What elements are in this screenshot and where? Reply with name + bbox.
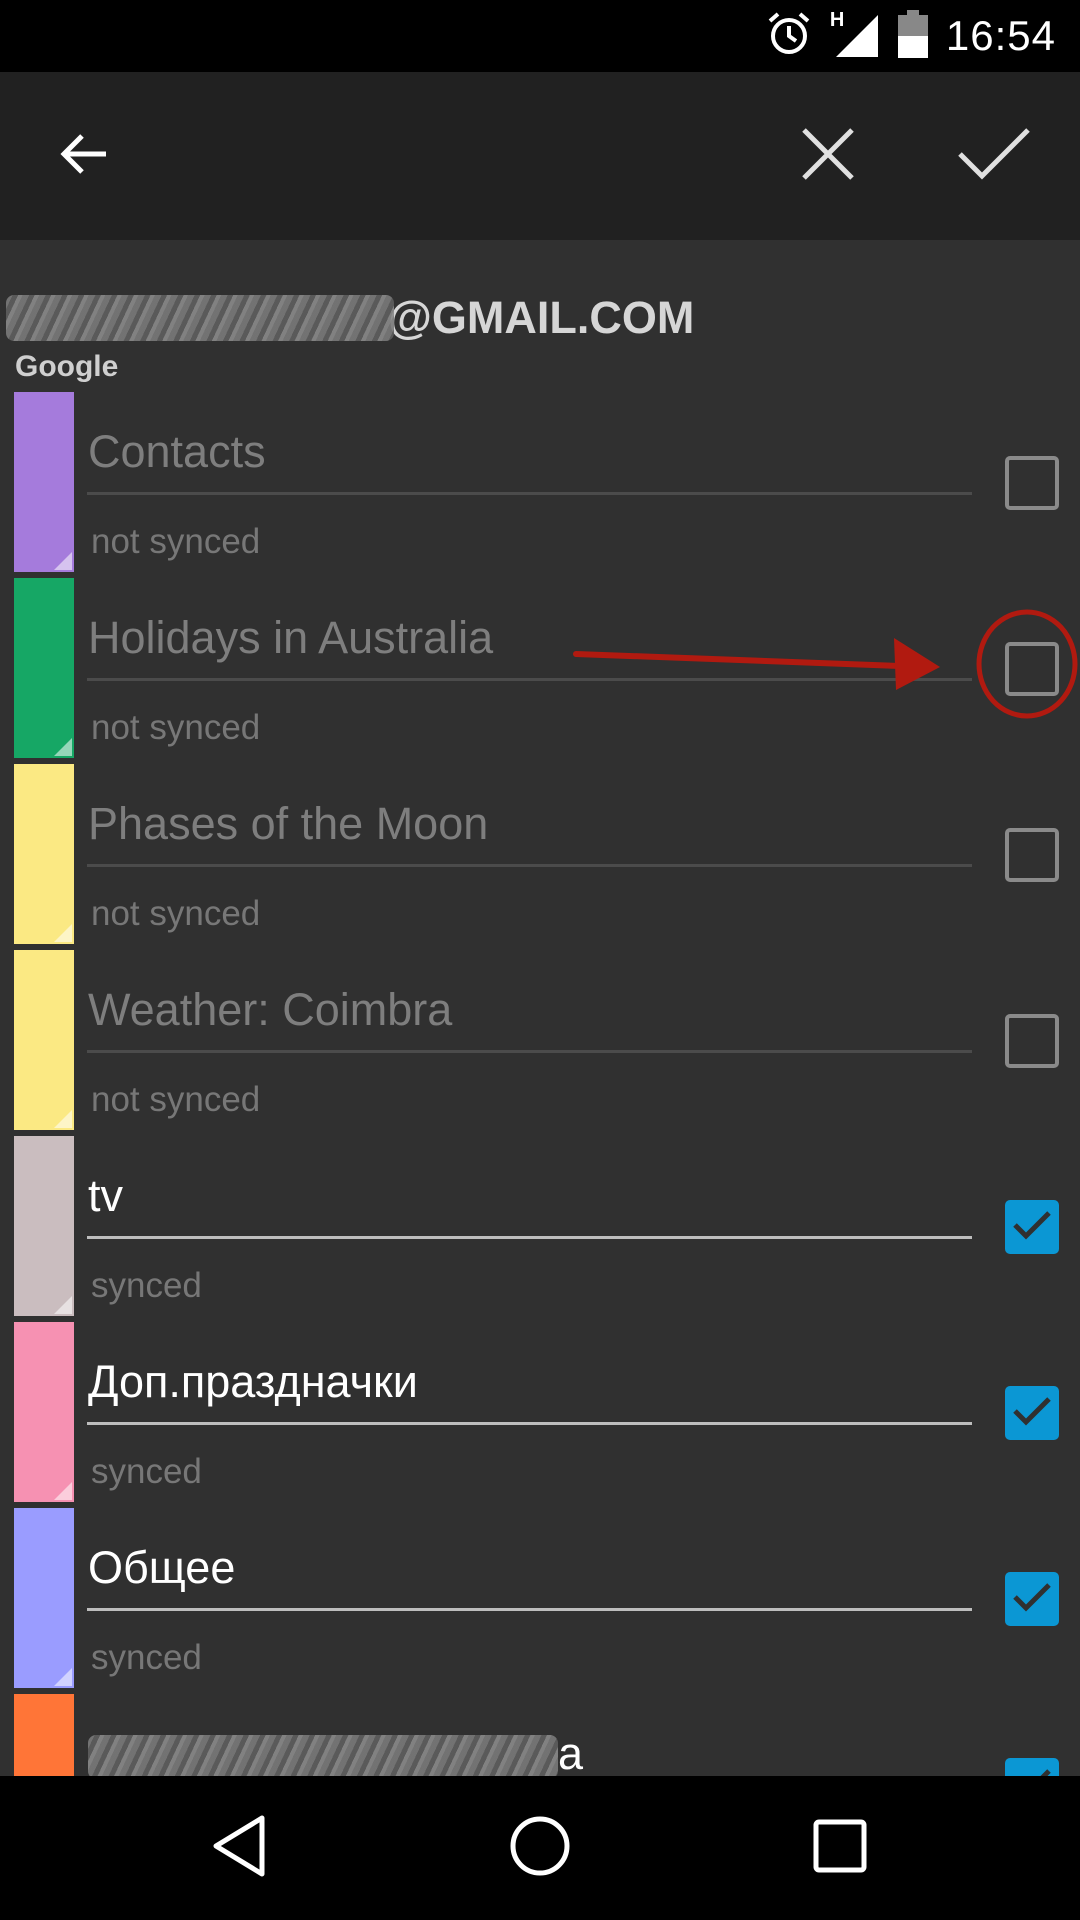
check-icon [956, 124, 1032, 189]
nav-home-button[interactable] [490, 1798, 590, 1898]
battery-icon [897, 9, 928, 63]
sync-status: not synced [91, 522, 261, 561]
redacted-calendar-name [88, 1735, 558, 1776]
confirm-button[interactable] [954, 116, 1034, 196]
back-button[interactable] [44, 116, 124, 196]
cancel-button[interactable] [788, 116, 868, 196]
sync-checkbox[interactable] [1005, 1014, 1059, 1068]
calendar-name: tv [88, 1170, 124, 1221]
sync-status: synced [91, 1638, 202, 1677]
calendar-row[interactable]: Доп.праздначки synced [0, 1322, 1080, 1508]
sync-checkbox[interactable] [1005, 456, 1059, 510]
recents-square-icon [812, 1818, 868, 1879]
calendar-row[interactable]: Holidays in Australia not synced [0, 578, 1080, 764]
calendar-color-swatch[interactable] [14, 1136, 74, 1316]
divider [87, 864, 972, 867]
calendar-name: Weather: Coimbra [88, 984, 453, 1035]
sync-checkbox[interactable] [1005, 1758, 1059, 1776]
provider-label: Google [15, 350, 119, 383]
status-icons: H 16:54 [766, 0, 1056, 72]
calendar-color-swatch[interactable] [14, 1694, 74, 1776]
sync-status: not synced [91, 1080, 261, 1119]
calendar-name-visible-part: a [558, 1728, 584, 1776]
divider [87, 492, 972, 495]
check-icon [1012, 1209, 1052, 1246]
divider [87, 1236, 972, 1239]
account-email: @GMAIL.COM [388, 292, 695, 343]
close-icon [798, 124, 858, 189]
sync-checkbox[interactable] [1005, 1200, 1059, 1254]
navigation-bar [0, 1776, 1080, 1920]
calendar-row[interactable]: Weather: Coimbra not synced [0, 950, 1080, 1136]
account-header: @GMAIL.COM [6, 288, 694, 348]
calendar-list: @GMAIL.COM Google Contacts not synced Ho… [0, 240, 1080, 1776]
divider [87, 1608, 972, 1611]
status-bar: H 16:54 [0, 0, 1080, 72]
calendar-row[interactable]: tv synced [0, 1136, 1080, 1322]
sync-status: synced [91, 1452, 202, 1491]
check-icon [1012, 1767, 1052, 1776]
nav-back-button[interactable] [190, 1798, 290, 1898]
calendar-color-swatch[interactable] [14, 1322, 74, 1502]
calendar-name: Contacts [88, 426, 266, 477]
divider [87, 1422, 972, 1425]
calendar-color-swatch[interactable] [14, 1508, 74, 1688]
check-icon [1012, 1581, 1052, 1618]
home-circle-icon [508, 1814, 572, 1883]
calendar-row[interactable]: a [0, 1694, 1080, 1776]
network-type-label: H [829, 9, 845, 31]
back-triangle-icon [210, 1814, 270, 1883]
sync-checkbox[interactable] [1005, 642, 1059, 696]
calendar-color-swatch[interactable] [14, 764, 74, 944]
sync-status: synced [91, 1266, 202, 1305]
sync-checkbox[interactable] [1005, 1572, 1059, 1626]
signal-icon: H [830, 9, 880, 59]
calendar-name: Общее [88, 1542, 236, 1593]
calendar-row[interactable]: Contacts not synced [0, 392, 1080, 578]
alarm-icon [766, 11, 812, 62]
calendar-row[interactable]: Phases of the Moon not synced [0, 764, 1080, 950]
sync-checkbox[interactable] [1005, 1386, 1059, 1440]
calendar-name: Доп.праздначки [88, 1356, 418, 1407]
sync-status: not synced [91, 894, 261, 933]
toolbar [0, 72, 1080, 240]
divider [87, 1050, 972, 1053]
calendar-color-swatch[interactable] [14, 392, 74, 572]
clock: 16:54 [945, 12, 1056, 59]
calendar-color-swatch[interactable] [14, 950, 74, 1130]
arrow-left-icon [56, 126, 112, 187]
nav-recents-button[interactable] [790, 1798, 890, 1898]
calendar-name: Phases of the Moon [88, 798, 489, 849]
divider [87, 678, 972, 681]
calendar-row[interactable]: Общее synced [0, 1508, 1080, 1694]
calendar-color-swatch[interactable] [14, 578, 74, 758]
sync-checkbox[interactable] [1005, 828, 1059, 882]
calendar-name: Holidays in Australia [88, 612, 494, 663]
calendar-name-redacted: a [88, 1728, 583, 1776]
redacted-email-prefix [6, 295, 394, 341]
sync-status: not synced [91, 708, 261, 747]
check-icon [1012, 1395, 1052, 1432]
